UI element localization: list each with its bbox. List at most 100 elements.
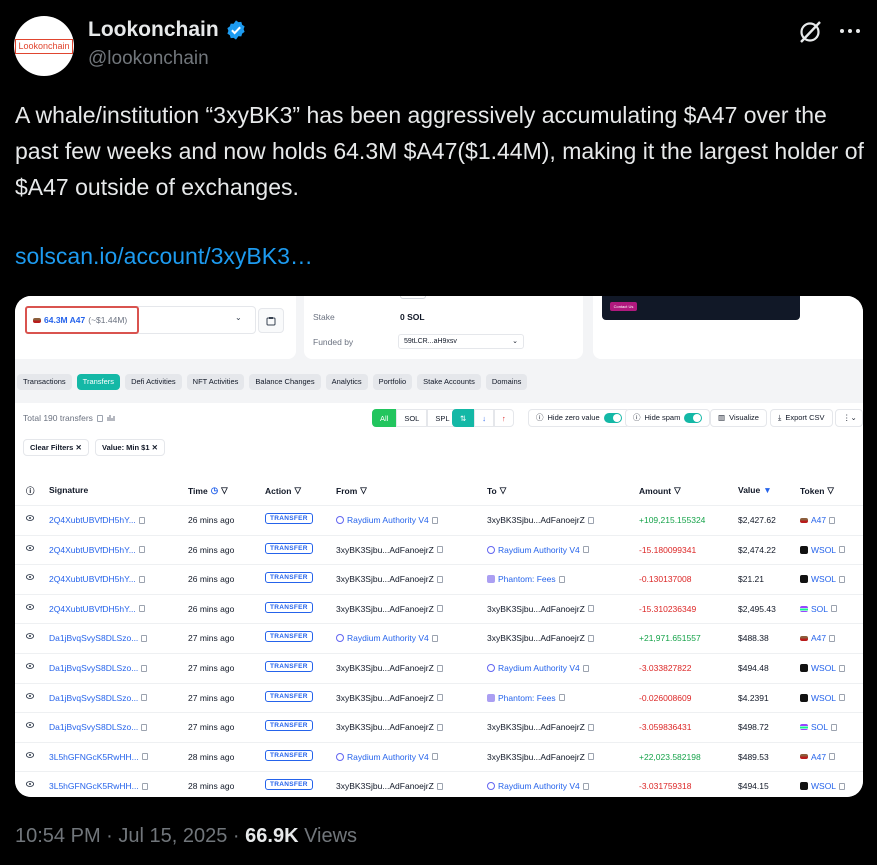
from-cell: 3xyBK3Sjbu...AdFanoejrZ: [336, 545, 443, 555]
tweet-timestamp[interactable]: 10:54 PM · Jul 15, 2025 ·: [15, 825, 245, 847]
export-label: Export CSV: [785, 413, 825, 422]
time-cell: 26 mins ago: [188, 574, 235, 585]
filter-active-icon: ▼: [763, 485, 772, 495]
more-options-icon[interactable]: [838, 20, 862, 42]
col-time: Time ◷ ▽: [188, 485, 228, 496]
signature-cell: 3L5hGFNGcK5RwHH...: [49, 781, 148, 791]
total-transfers-text: Total 190 transfers: [23, 413, 93, 423]
amount-cell: -15.180099341: [639, 544, 697, 555]
copy-icon: [141, 753, 148, 761]
clear-filters-chip: Clear Filters ✕: [23, 439, 89, 456]
copy-icon: [558, 694, 565, 702]
eye-icon: [26, 603, 34, 610]
action-cell: TRANSFER: [265, 779, 313, 791]
table-row: 2Q4XubtUBVfDH5hY... 26 mins ago TRANSFER 3x…: [15, 564, 863, 594]
a47-token-icon: [800, 635, 808, 641]
chart-icon: [107, 415, 115, 421]
value-cell: $494.48: [738, 663, 769, 673]
signature-cell: Da1jBvqSvyS8DLSzo...: [49, 722, 148, 733]
to-cell: Raydium Authority V4: [487, 781, 589, 791]
filter-icon: ▽: [360, 485, 367, 495]
total-transfers: Total 190 transfers: [23, 413, 115, 423]
verified-badge-icon: [227, 20, 245, 40]
value-cell: $2,495.43: [738, 603, 776, 614]
copy-icon: [431, 634, 438, 642]
address-text: Phantom: Fees: [498, 692, 556, 703]
copy-icon: [839, 782, 846, 790]
a47-token-icon: [33, 317, 41, 323]
signature-cell: 2Q4XubtUBVfDH5hY...: [49, 574, 145, 584]
copy-icon: [558, 575, 565, 583]
signature-text: Da1jBvqSvyS8DLSzo...: [49, 722, 139, 733]
wsol-token-icon: [800, 782, 808, 791]
signature-text: 2Q4XubtUBVfDH5hY...: [49, 574, 136, 585]
action-cell: TRANSFER: [265, 690, 313, 702]
copy-icon: [829, 753, 836, 761]
from-cell: 3xyBK3Sjbu...AdFanoejrZ: [336, 574, 443, 584]
copy-icon: [436, 605, 443, 613]
filter-icon: ▽: [221, 485, 228, 495]
col-from-label: From: [336, 485, 358, 496]
address-text: Raydium Authority V4: [347, 633, 429, 644]
holding-panel: 64.3M A47 (~$1.44M) ⌄: [15, 296, 296, 359]
sol-token-icon: [800, 724, 808, 731]
address-text: Raydium Authority V4: [347, 751, 429, 762]
col-value-label: Value: [738, 485, 761, 495]
filter-icon: ▽: [294, 485, 301, 495]
filter-icon: ▽: [827, 485, 834, 495]
col-action-label: Action: [265, 485, 292, 496]
from-cell: 3xyBK3Sjbu...AdFanoejrZ: [336, 693, 443, 703]
tab-transactions: Transactions: [17, 374, 72, 390]
address-text: Raydium Authority V4: [498, 663, 580, 673]
amount-cell: -3.059836431: [639, 722, 692, 733]
action-cell: TRANSFER: [265, 631, 313, 643]
grok-icon[interactable]: [797, 19, 823, 45]
eye-icon: [26, 692, 34, 699]
copy-icon: [431, 753, 438, 761]
copy-icon: [839, 664, 846, 672]
author-name[interactable]: Lookonchain: [88, 18, 219, 42]
avatar[interactable]: Lookonchain: [14, 16, 74, 76]
eye-icon: [26, 663, 34, 669]
time-cell: 26 mins ago: [188, 603, 235, 614]
action-badge: TRANSFER: [265, 720, 313, 732]
download-icon: ⤓: [778, 413, 782, 422]
address-text: 3xyBK3Sjbu...AdFanoejrZ: [336, 781, 434, 792]
copy-icon: [138, 575, 145, 583]
copy-icon: [436, 664, 443, 672]
stake-value: 0 SOL: [400, 312, 425, 322]
tweet-link[interactable]: solscan.io/account/3xyBK3…: [15, 243, 313, 270]
author-handle[interactable]: @lookonchain: [88, 48, 247, 70]
raydium-icon: [487, 782, 495, 791]
stake-label: Stake: [313, 312, 335, 322]
wsol-token-icon: [800, 664, 808, 672]
info-icon: ⓘ: [633, 413, 641, 422]
eye-icon: [26, 515, 34, 521]
signature-cell: 3L5hGFNGcK5RwHH...: [49, 752, 148, 762]
visualize-filter: ▥ Visualize: [710, 409, 767, 427]
copy-icon: [138, 516, 145, 524]
copy-icon: [587, 605, 594, 613]
action-cell: TRANSFER: [265, 513, 313, 524]
attached-image[interactable]: 64.3M A47 (~$1.44M) ⌄ Stake 0 SOL Funded…: [15, 296, 863, 797]
value-cell: $498.72: [738, 722, 769, 733]
visualize-label: Visualize: [729, 413, 759, 422]
sort-up-icon: ↑: [494, 409, 514, 427]
raydium-icon: [336, 634, 344, 643]
a47-token-icon: [800, 754, 808, 760]
token-name: SOL: [811, 603, 829, 614]
hide-spam-button: ⓘ Hide spam: [625, 409, 711, 427]
address-text: 3xyBK3Sjbu...AdFanoejrZ: [336, 574, 434, 585]
raydium-icon: [487, 664, 495, 672]
wallet-icon: [266, 316, 276, 325]
amount-cell: -3.031759318: [639, 781, 692, 792]
from-cell: Raydium Authority V4: [336, 752, 438, 762]
amount-cell: -15.310236349: [639, 603, 697, 614]
address-text: Raydium Authority V4: [347, 515, 429, 525]
action-cell: TRANSFER: [265, 601, 313, 613]
eye-icon: [26, 544, 34, 551]
author-name-row[interactable]: Lookonchain: [88, 18, 247, 42]
copy-icon: [141, 634, 148, 642]
signature-text: Da1jBvqSvyS8DLSzo...: [49, 692, 139, 703]
action-badge: TRANSFER: [265, 631, 313, 643]
